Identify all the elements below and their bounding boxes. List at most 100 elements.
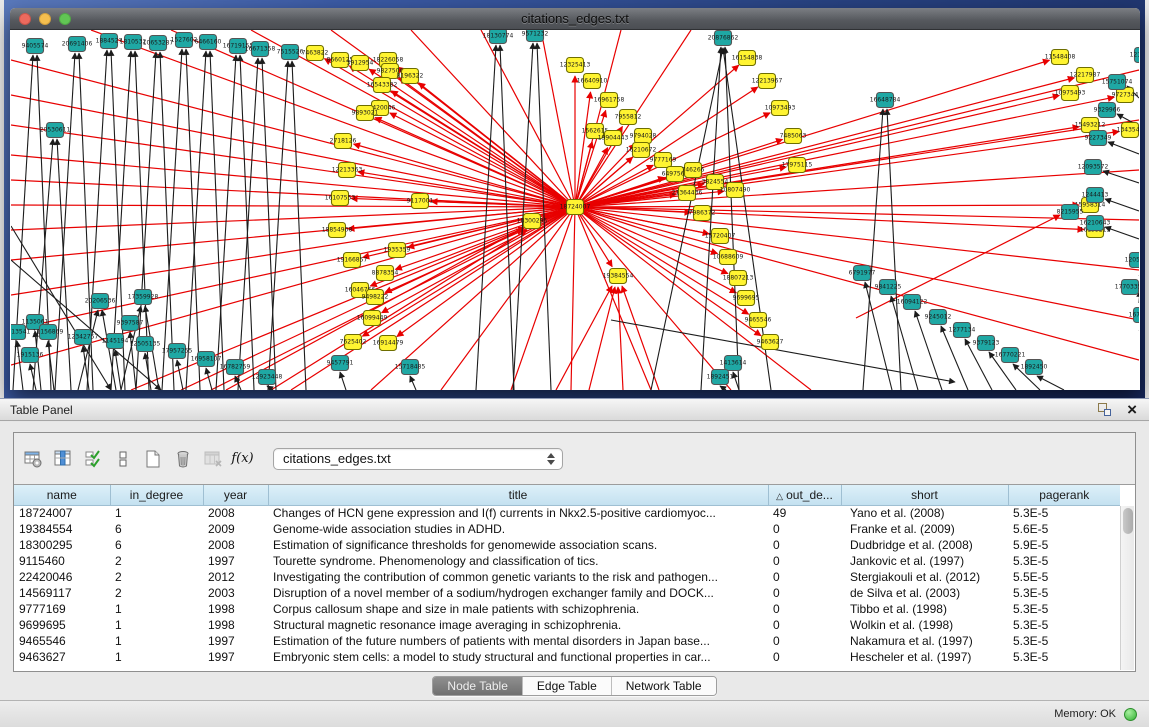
red-edge[interactable]: [622, 286, 659, 390]
table-settings-button[interactable]: [19, 445, 46, 472]
memory-status-label: Memory: OK: [1054, 708, 1116, 720]
red-edge[interactable]: [419, 83, 575, 207]
red-edge[interactable]: [575, 207, 1139, 360]
black-edge[interactable]: [216, 55, 236, 390]
red-edge[interactable]: [575, 207, 651, 390]
close-panel-icon[interactable]: ×: [1127, 403, 1137, 417]
red-edge[interactable]: [575, 207, 1084, 230]
black-edge[interactable]: [500, 45, 514, 390]
black-edge[interactable]: [725, 47, 739, 390]
red-edge[interactable]: [575, 207, 736, 293]
red-edge[interactable]: [589, 287, 615, 390]
black-edge[interactable]: [1105, 199, 1139, 211]
network-desktop: citations_edges.txt 18724007183002951938…: [4, 0, 1145, 398]
red-edge[interactable]: [856, 215, 1060, 318]
network-window[interactable]: citations_edges.txt 18724007183002951938…: [10, 8, 1140, 390]
column-chooser-button[interactable]: [109, 445, 136, 472]
delete-table-button[interactable]: [199, 445, 226, 472]
black-edge[interactable]: [720, 386, 726, 390]
black-edge[interactable]: [865, 282, 892, 390]
column-header-name[interactable]: name: [14, 485, 110, 505]
black-edge[interactable]: [1037, 376, 1064, 390]
black-edge[interactable]: [1108, 142, 1139, 154]
function-builder-button[interactable]: f(x): [229, 445, 256, 472]
scrollbar-thumb[interactable]: [1123, 508, 1133, 534]
red-edge[interactable]: [11, 207, 575, 365]
black-edge[interactable]: [611, 320, 955, 382]
column-header-in-degree[interactable]: in_degree: [110, 485, 203, 505]
black-edge[interactable]: [177, 360, 183, 390]
black-edge[interactable]: [292, 61, 306, 390]
red-edge[interactable]: [541, 30, 575, 207]
column-header-pagerank[interactable]: pagerank: [1008, 485, 1120, 505]
black-edge[interactable]: [340, 372, 346, 390]
black-edge[interactable]: [410, 376, 416, 390]
column-header-short[interactable]: short: [841, 485, 1008, 505]
red-edge[interactable]: [575, 132, 1119, 207]
table-dropdown[interactable]: citations_edges.txt: [273, 448, 563, 470]
column-header-out-degree[interactable]: △out_de...: [768, 485, 841, 505]
black-edge[interactable]: [240, 55, 254, 390]
table-row[interactable]: 2242004622012Investigating the contribut…: [14, 569, 1120, 585]
red-edge[interactable]: [11, 205, 575, 207]
network-node-label: 17359928: [128, 294, 159, 301]
column-header-year[interactable]: year: [203, 485, 268, 505]
black-edge[interactable]: [115, 350, 121, 390]
network-window-titlebar[interactable]: citations_edges.txt: [10, 8, 1140, 30]
table-cell-out_degree: 0: [768, 633, 841, 649]
table-row[interactable]: 1938455462009Genome-wide association stu…: [14, 521, 1120, 537]
red-edge[interactable]: [324, 59, 575, 207]
black-edge[interactable]: [186, 51, 206, 390]
table-row[interactable]: 946362711997Embryonic stem cells: a mode…: [14, 649, 1120, 665]
red-edge[interactable]: [575, 207, 811, 390]
red-edge[interactable]: [575, 170, 1139, 207]
zoom-window-button[interactable]: [59, 13, 71, 25]
red-edge[interactable]: [226, 227, 525, 390]
table-cell-short: Stergiakouli et al. (2012): [841, 569, 1008, 585]
red-edge[interactable]: [571, 207, 575, 390]
black-edge[interactable]: [891, 296, 918, 390]
column-header-title[interactable]: title: [268, 485, 768, 505]
black-edge[interactable]: [262, 58, 276, 390]
tab-network-table[interactable]: Network Table: [612, 677, 716, 695]
delete-rows-button[interactable]: [169, 445, 196, 472]
select-column-button[interactable]: [49, 445, 76, 472]
table-row[interactable]: 969969511998Structural magnetic resonanc…: [14, 617, 1120, 633]
tab-edge-table[interactable]: Edge Table: [523, 677, 612, 695]
red-edge[interactable]: [575, 207, 1139, 270]
table-row[interactable]: 1456911722003Disruption of a novel membe…: [14, 585, 1120, 601]
tab-node-table[interactable]: Node Table: [433, 677, 523, 695]
vertical-scrollbar[interactable]: [1120, 506, 1134, 670]
red-edge[interactable]: [575, 205, 1079, 207]
black-edge[interactable]: [186, 49, 200, 390]
black-edge[interactable]: [887, 109, 901, 390]
red-edge[interactable]: [399, 78, 575, 207]
black-edge[interactable]: [57, 139, 71, 390]
table-row[interactable]: 946554611997Estimation of the future num…: [14, 633, 1120, 649]
select-rows-button[interactable]: [79, 445, 106, 472]
black-edge[interactable]: [1103, 171, 1139, 183]
table-cell-name: 18724007: [14, 505, 110, 521]
table-row[interactable]: 1830029562008Estimation of significance …: [14, 537, 1120, 553]
table-row[interactable]: 977716911998Corpus callosum shape and si…: [14, 601, 1120, 617]
black-edge[interactable]: [238, 58, 258, 390]
network-node-label: 15751074: [1102, 79, 1133, 86]
network-canvas[interactable]: 1872400718300295193845541232541316640910…: [11, 30, 1139, 390]
table-row[interactable]: 1872400712008Changes of HCN gene express…: [14, 505, 1120, 521]
red-edge[interactable]: [575, 92, 591, 207]
black-edge[interactable]: [210, 51, 224, 390]
table-row[interactable]: 911546021997Tourette syndrome. Phenomeno…: [14, 553, 1120, 569]
new-table-button[interactable]: [139, 445, 166, 472]
red-edge[interactable]: [618, 287, 623, 390]
close-window-button[interactable]: [19, 13, 31, 25]
red-edge[interactable]: [11, 155, 575, 207]
red-edge[interactable]: [556, 286, 612, 390]
table-cell-in_degree: 6: [110, 521, 203, 537]
table-cell-in_degree: 6: [110, 537, 203, 553]
black-edge[interactable]: [206, 368, 212, 390]
black-edge[interactable]: [863, 109, 883, 390]
black-edge[interactable]: [476, 45, 496, 390]
minimize-window-button[interactable]: [39, 13, 51, 25]
network-node-label: 9699695: [733, 295, 760, 302]
float-panel-icon[interactable]: [1098, 403, 1111, 416]
